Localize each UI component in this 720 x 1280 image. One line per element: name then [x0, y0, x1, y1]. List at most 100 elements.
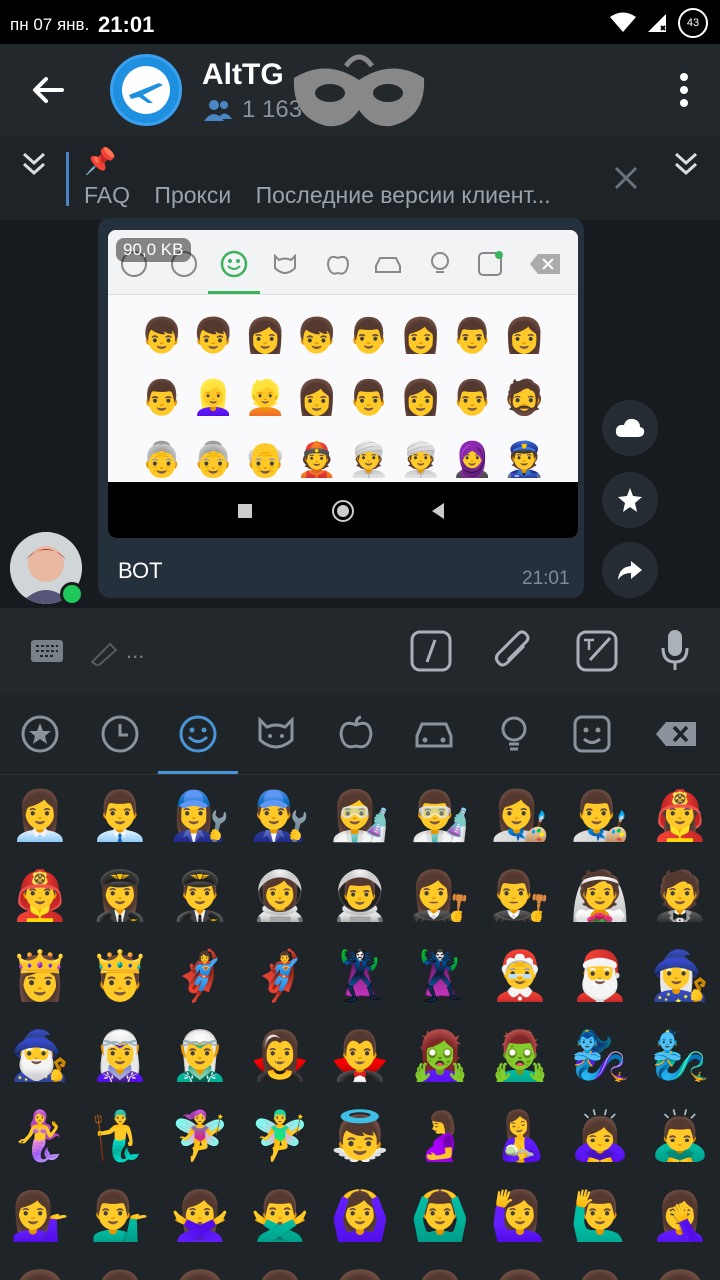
stickers-tab-icon[interactable] [572, 714, 612, 754]
emoji-item[interactable]: 🧛‍♂️ [320, 1027, 400, 1087]
emoji-item[interactable]: 🧙‍♀️ [640, 947, 720, 1007]
emoji-item[interactable]: 🧟‍♂️ [480, 1027, 560, 1087]
emoji-item[interactable]: 🧞‍♂️ [640, 1027, 720, 1087]
emoji-item[interactable]: 🧛‍♀️ [240, 1027, 320, 1087]
emoji-item[interactable]: 🙆‍♂️ [400, 1187, 480, 1247]
emoji-item[interactable]: 🦹‍♂️ [400, 947, 480, 1007]
emoji-item[interactable]: 👩‍✈️ [80, 867, 160, 927]
emoji-item[interactable]: 🧝‍♀️ [80, 1027, 160, 1087]
share-button[interactable] [602, 542, 658, 598]
channel-avatar[interactable] [110, 54, 182, 126]
emoji-item[interactable]: 💁‍♂️ [80, 1187, 160, 1247]
emoji-item[interactable]: 👨‍🚒 [0, 867, 80, 927]
emoji-item[interactable]: 🧚‍♂️ [240, 1107, 320, 1167]
emoji-item[interactable]: 🤴 [80, 947, 160, 1007]
emoji-item[interactable]: 🙇‍♀️ [560, 1107, 640, 1167]
emoji-item[interactable]: 👨‍🚀 [320, 867, 400, 927]
emoji-item[interactable]: 👩‍🎨 [480, 787, 560, 847]
emoji-item[interactable]: 👨‍🎨 [560, 787, 640, 847]
close-icon[interactable] [612, 164, 640, 192]
travel-tab-icon[interactable] [414, 714, 454, 754]
emoji-item[interactable]: 🤰 [400, 1107, 480, 1167]
emoji-item[interactable]: 👩‍🔧 [160, 787, 240, 847]
message-input-field[interactable]: ... [126, 638, 144, 664]
bulb-icon [431, 252, 449, 273]
emoji-item[interactable]: 💁‍♀️ [0, 1187, 80, 1247]
emoji-item[interactable]: 🤱 [480, 1107, 560, 1167]
emoji-item[interactable]: 👨 [240, 1267, 320, 1280]
emoji-item[interactable]: 🦹‍♀️ [320, 947, 400, 1007]
emoji-item[interactable]: 🙆‍♀️ [320, 1187, 400, 1247]
emoji-item[interactable]: 👨‍✈️ [160, 867, 240, 927]
emoji-item[interactable]: 🧟‍♀️ [400, 1027, 480, 1087]
emoji-item[interactable]: 🙋‍♂️ [560, 1187, 640, 1247]
emoji-item[interactable]: 👰 [560, 867, 640, 927]
chevron-double-down-icon[interactable] [672, 150, 700, 178]
emoji-item[interactable]: 👨 [80, 1267, 160, 1280]
bot-command-icon[interactable] [410, 630, 452, 672]
emoji-item[interactable]: 👸 [0, 947, 80, 1007]
cloud-button[interactable] [602, 400, 658, 456]
animals-tab-icon[interactable] [256, 714, 296, 754]
emoji-item[interactable]: 🧚‍♀️ [160, 1107, 240, 1167]
emoji-item[interactable]: 👩‍🚒 [640, 787, 720, 847]
emoji-item[interactable]: 🙅‍♀️ [160, 1187, 240, 1247]
keyboard-icon[interactable] [30, 638, 64, 664]
emoji-item[interactable]: 👨‍⚖️ [480, 867, 560, 927]
emoji-item[interactable]: 👩‍🚀 [240, 867, 320, 927]
emoji-item[interactable]: 🙇‍♂️ [640, 1107, 720, 1167]
attach-icon[interactable] [494, 630, 532, 672]
channel-title[interactable]: AltTG [202, 58, 284, 92]
emoji-item[interactable]: 🧜‍♀️ [0, 1107, 80, 1167]
backspace-icon[interactable] [654, 714, 698, 754]
emoji-row: 🧜‍♀️ 🧜‍♂️ 🧚‍♀️ 🧚‍♂️ 👼 🤰 🤱 🙇‍♀️ 🙇‍♂️ [0, 1107, 720, 1167]
emoji-item[interactable]: 👨 [560, 1267, 640, 1280]
emoji-item[interactable]: 👩 [320, 1267, 400, 1280]
emoji-item[interactable]: 👨‍💼 [80, 787, 160, 847]
emoji-item[interactable]: 🧜‍♂️ [80, 1107, 160, 1167]
emoji-item[interactable]: 👩‍⚖️ [400, 867, 480, 927]
emoji-item[interactable]: 👩 [480, 1267, 560, 1280]
emoji-item[interactable]: 🦸‍♀️ [160, 947, 240, 1007]
emoji-item[interactable]: 🧝‍♂️ [160, 1027, 240, 1087]
chevron-double-down-icon[interactable] [20, 150, 48, 178]
emoji-category-tabs [0, 694, 720, 775]
emoji-item[interactable]: 👨 [400, 1267, 480, 1280]
emoji-item[interactable]: 👩‍🔬 [320, 787, 400, 847]
favorites-tab-icon[interactable] [20, 714, 60, 754]
emoji-item[interactable]: 🧙‍♂️ [0, 1027, 80, 1087]
emoji-item[interactable]: 🧞‍♀️ [560, 1027, 640, 1087]
pinned-item[interactable]: Последние версии клиент... [256, 182, 551, 208]
emoji-item[interactable]: 🎅 [560, 947, 640, 1007]
plane-icon [122, 66, 170, 114]
emoji-item[interactable]: 👩 [160, 1267, 240, 1280]
pinned-item[interactable]: Прокси [154, 182, 231, 208]
message-image[interactable]: 90,0 KB 👦 👦 👩 👦 👨 👩 👨 👩 👨 👱‍♀️ 👱 👩 👨 👩 👨… [108, 230, 578, 538]
emoji-item[interactable]: 🤦‍♀️ [640, 1187, 720, 1247]
emoji-item[interactable]: 👨‍🔧 [240, 787, 320, 847]
apple-icon [326, 255, 350, 275]
pinned-item[interactable]: FAQ [84, 182, 130, 208]
emoji-item[interactable]: 👩 [640, 1267, 720, 1280]
back-arrow-icon[interactable] [28, 70, 68, 110]
message-caption: ВОТ [118, 558, 163, 583]
objects-tab-icon[interactable] [494, 714, 534, 754]
microphone-icon[interactable] [660, 628, 690, 674]
emoji-item[interactable]: 👩 [0, 1267, 80, 1280]
emoji-item[interactable]: 🦸‍♂️ [240, 947, 320, 1007]
food-tab-icon[interactable] [336, 714, 376, 754]
sticker-paint-icon[interactable] [576, 630, 618, 672]
emoji-item[interactable]: 🤶 [480, 947, 560, 1007]
emoji-grid: 👩‍💼 👨‍💼 👩‍🔧 👨‍🔧 👩‍🔬 👨‍🔬 👩‍🎨 👨‍🎨 👩‍🚒 👨‍🚒 … [0, 775, 720, 1280]
emoji-item[interactable]: 🙅‍♂️ [240, 1187, 320, 1247]
emoji-item[interactable]: 🙋‍♀️ [480, 1187, 560, 1247]
car-icon [375, 257, 401, 273]
emoji-item[interactable]: 🤵 [640, 867, 720, 927]
emoji-item[interactable]: 👨‍🔬 [400, 787, 480, 847]
emoji-item[interactable]: 👼 [320, 1107, 400, 1167]
more-menu-icon[interactable] [678, 72, 690, 108]
favorite-button[interactable] [602, 472, 658, 528]
recent-tab-icon[interactable] [100, 714, 140, 754]
emoji-item[interactable]: 👩‍💼 [0, 787, 80, 847]
smileys-tab-icon[interactable] [178, 714, 218, 754]
